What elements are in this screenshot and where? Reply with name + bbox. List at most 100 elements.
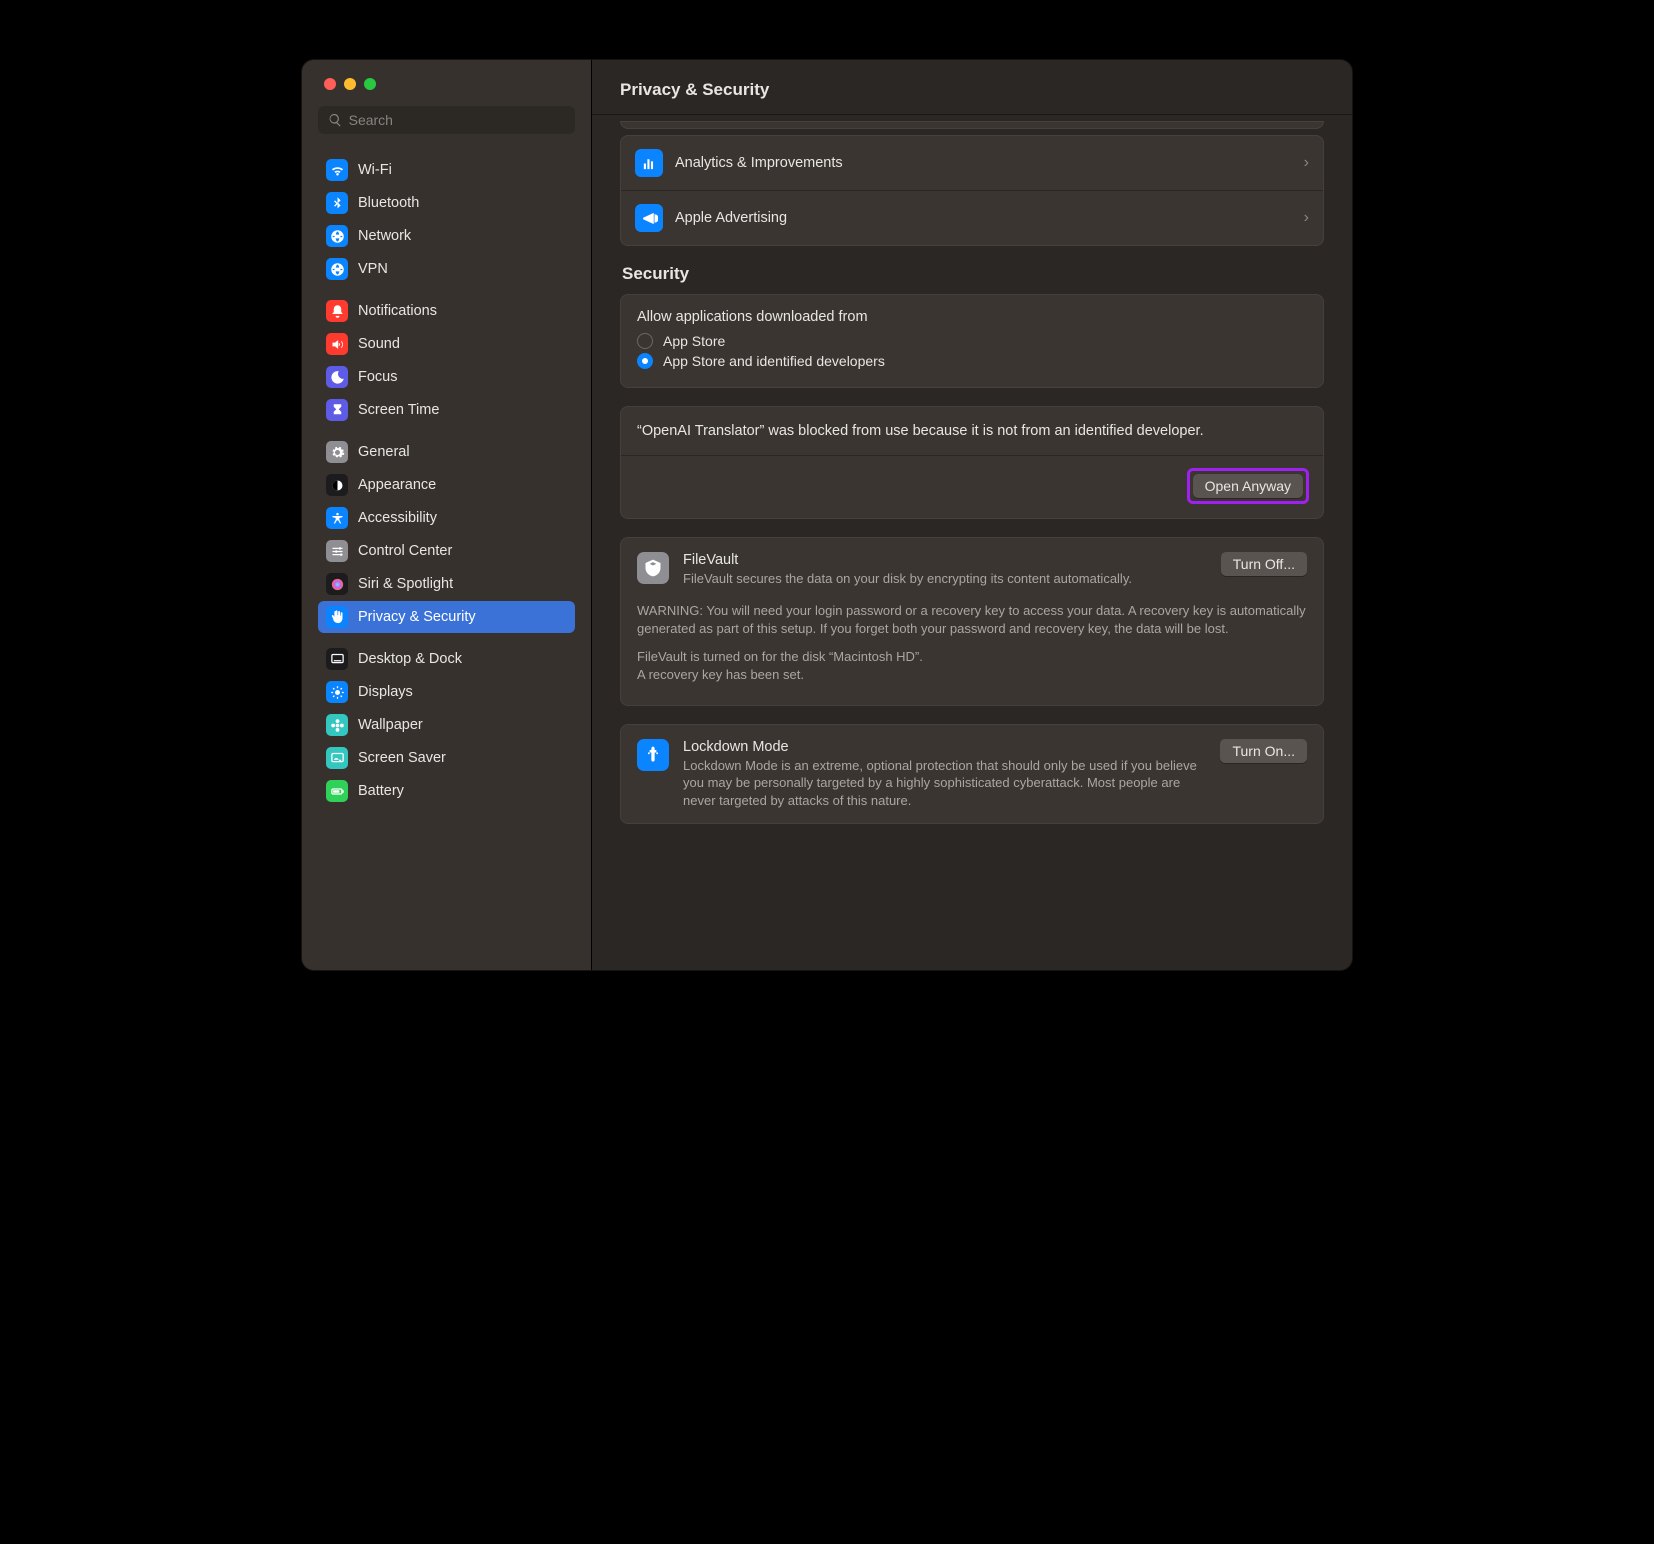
radio-app-store[interactable]: App Store xyxy=(637,333,1307,349)
sidebar-item-desktop-dock[interactable]: Desktop & Dock xyxy=(318,643,575,675)
lockdown-title: Lockdown Mode xyxy=(683,739,1206,755)
traffic-lights xyxy=(314,60,579,106)
sidebar-item-sound[interactable]: Sound xyxy=(318,328,575,360)
sidebar-item-bluetooth[interactable]: Bluetooth xyxy=(318,187,575,219)
panel-filevault: FileVault FileVault secures the data on … xyxy=(620,537,1324,705)
bluetooth-icon xyxy=(326,192,348,214)
sidebar-item-screen-saver[interactable]: Screen Saver xyxy=(318,742,575,774)
search-input[interactable] xyxy=(349,112,565,128)
open-anyway-button[interactable]: Open Anyway xyxy=(1193,474,1303,498)
main-content[interactable]: Analytics & Improvements › Apple Adverti… xyxy=(592,115,1352,970)
sidebar-item-vpn[interactable]: VPN xyxy=(318,253,575,285)
sidebar-item-label: Notifications xyxy=(358,303,437,319)
lockdown-turn-on-button[interactable]: Turn On... xyxy=(1220,739,1307,763)
filevault-warning: WARNING: You will need your login passwo… xyxy=(637,602,1307,638)
sidebar-item-appearance[interactable]: Appearance xyxy=(318,469,575,501)
panel-lockdown: Lockdown Mode Lockdown Mode is an extrem… xyxy=(620,724,1324,825)
sidebar-item-displays[interactable]: Displays xyxy=(318,676,575,708)
sidebar-item-wallpaper[interactable]: Wallpaper xyxy=(318,709,575,741)
sidebar-item-network[interactable]: Network xyxy=(318,220,575,252)
bell-icon xyxy=(326,300,348,322)
moon-icon xyxy=(326,366,348,388)
sidebar-item-label: Screen Time xyxy=(358,402,439,418)
sidebar-item-label: Siri & Spotlight xyxy=(358,576,453,592)
flower-icon xyxy=(326,714,348,736)
sidebar-item-screen-time[interactable]: Screen Time xyxy=(318,394,575,426)
sidebar-item-label: Wallpaper xyxy=(358,717,423,733)
hand-icon xyxy=(326,606,348,628)
sidebar-item-label: Wi-Fi xyxy=(358,162,392,178)
sidebar: Wi-Fi Bluetooth Network VPN Notifications Sou… xyxy=(302,60,592,970)
panel-stub-top xyxy=(620,121,1324,129)
row-apple-advertising[interactable]: Apple Advertising › xyxy=(621,190,1323,245)
sidebar-item-notifications[interactable]: Notifications xyxy=(318,295,575,327)
maximize-window-button[interactable] xyxy=(364,78,376,90)
panel-privacy-rows: Analytics & Improvements › Apple Adverti… xyxy=(620,135,1324,246)
sidebar-item-label: Accessibility xyxy=(358,510,437,526)
screensaver-icon xyxy=(326,747,348,769)
sidebar-item-siri-spotlight[interactable]: Siri & Spotlight xyxy=(318,568,575,600)
row-label: Analytics & Improvements xyxy=(675,155,1304,171)
search-field-wrap[interactable] xyxy=(318,106,575,134)
dock-icon xyxy=(326,648,348,670)
panel-blocked-app: “OpenAI Translator” was blocked from use… xyxy=(620,406,1324,519)
row-analytics-improvements[interactable]: Analytics & Improvements › xyxy=(621,136,1323,190)
filevault-description: FileVault secures the data on your disk … xyxy=(683,570,1207,588)
close-window-button[interactable] xyxy=(324,78,336,90)
siri-icon xyxy=(326,573,348,595)
battery-icon xyxy=(326,780,348,802)
lockdown-description: Lockdown Mode is an extreme, optional pr… xyxy=(683,757,1206,810)
filevault-turn-off-button[interactable]: Turn Off... xyxy=(1221,552,1307,576)
page-title: Privacy & Security xyxy=(592,60,1352,115)
sidebar-item-label: Desktop & Dock xyxy=(358,651,462,667)
filevault-status-disk: FileVault is turned on for the disk “Mac… xyxy=(637,649,923,664)
sidebar-item-label: Screen Saver xyxy=(358,750,446,766)
sidebar-item-label: General xyxy=(358,444,410,460)
sidebar-item-focus[interactable]: Focus xyxy=(318,361,575,393)
sidebar-item-label: VPN xyxy=(358,261,388,277)
sidebar-item-wi-fi[interactable]: Wi-Fi xyxy=(318,154,575,186)
sidebar-item-label: Battery xyxy=(358,783,404,799)
sliders-icon xyxy=(326,540,348,562)
sidebar-item-label: Displays xyxy=(358,684,413,700)
sidebar-item-general[interactable]: General xyxy=(318,436,575,468)
sidebar-item-accessibility[interactable]: Accessibility xyxy=(318,502,575,534)
sidebar-item-label: Control Center xyxy=(358,543,452,559)
sidebar-item-label: Sound xyxy=(358,336,400,352)
sidebar-item-label: Privacy & Security xyxy=(358,609,476,625)
blocked-app-message: “OpenAI Translator” was blocked from use… xyxy=(621,407,1323,441)
wifi-icon xyxy=(326,159,348,181)
chevron-right-icon: › xyxy=(1304,154,1309,172)
radio-label: App Store xyxy=(663,333,725,349)
chevron-right-icon: › xyxy=(1304,209,1309,227)
gear-icon xyxy=(326,441,348,463)
sidebar-item-battery[interactable]: Battery xyxy=(318,775,575,807)
security-section-title: Security xyxy=(622,264,1322,284)
sun-icon xyxy=(326,681,348,703)
sidebar-nav: Wi-Fi Bluetooth Network VPN Notifications Sou… xyxy=(314,144,579,970)
radio-button-icon xyxy=(637,333,653,349)
speaker-icon xyxy=(326,333,348,355)
system-settings-window: Wi-Fi Bluetooth Network VPN Notifications Sou… xyxy=(302,60,1352,970)
globe-icon xyxy=(326,258,348,280)
sidebar-item-label: Network xyxy=(358,228,411,244)
appearance-icon xyxy=(326,474,348,496)
lockdown-icon xyxy=(637,739,669,771)
allow-apps-label: Allow applications downloaded from xyxy=(637,309,1307,325)
search-icon xyxy=(328,112,343,128)
accessibility-icon xyxy=(326,507,348,529)
main-pane: Privacy & Security Analytics & Improveme… xyxy=(592,60,1352,970)
row-label: Apple Advertising xyxy=(675,210,1304,226)
sidebar-item-control-center[interactable]: Control Center xyxy=(318,535,575,567)
sidebar-item-label: Focus xyxy=(358,369,398,385)
advertising-icon xyxy=(635,204,663,232)
sidebar-item-privacy-security[interactable]: Privacy & Security xyxy=(318,601,575,633)
filevault-status-key: A recovery key has been set. xyxy=(637,667,804,682)
analytics-icon xyxy=(635,149,663,177)
radio-label: App Store and identified developers xyxy=(663,353,885,369)
annotation-highlight: Open Anyway xyxy=(1187,468,1309,504)
minimize-window-button[interactable] xyxy=(344,78,356,90)
sidebar-item-label: Bluetooth xyxy=(358,195,419,211)
filevault-icon xyxy=(637,552,669,584)
radio-app-store-identified[interactable]: App Store and identified developers xyxy=(637,353,1307,369)
